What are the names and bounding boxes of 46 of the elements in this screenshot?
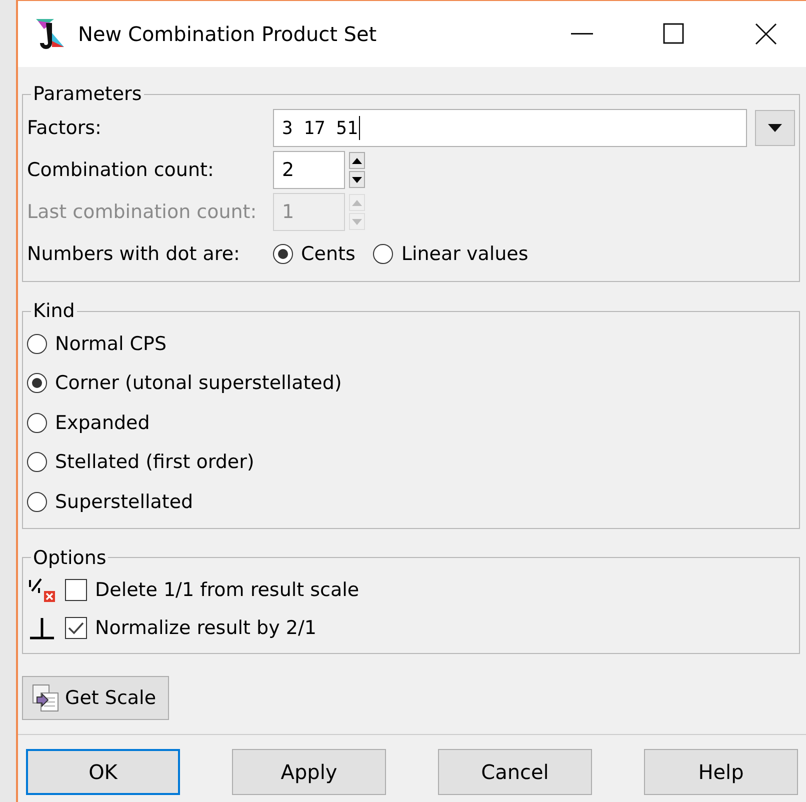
dialog-button[interactable]: OK bbox=[26, 748, 180, 794]
field-label: Last combination count: bbox=[27, 201, 258, 223]
dropdown-button[interactable] bbox=[755, 110, 795, 146]
radio-button[interactable] bbox=[27, 452, 47, 472]
spin-down-button[interactable] bbox=[349, 171, 365, 188]
dialog-button[interactable]: Apply bbox=[232, 748, 386, 794]
down-arrow-icon bbox=[352, 176, 362, 182]
minimize-icon bbox=[571, 33, 593, 35]
get-scale-button[interactable]: Get Scale bbox=[22, 676, 170, 720]
radio-button[interactable] bbox=[373, 244, 394, 264]
maximize-icon bbox=[663, 23, 685, 45]
down-arrow-icon bbox=[352, 218, 362, 224]
caret-icon bbox=[768, 124, 782, 132]
checkbox-label[interactable]: Delete 1/1 from result scale bbox=[95, 578, 360, 600]
radio-button[interactable] bbox=[27, 492, 47, 512]
radio-label[interactable]: Stellated (first order) bbox=[55, 451, 254, 474]
radio-button[interactable] bbox=[27, 373, 47, 394]
checkbox-label[interactable]: Normalize result by 2/1 bbox=[95, 616, 316, 638]
fraction-delete-icon bbox=[27, 576, 57, 602]
number-field[interactable]: 2 bbox=[273, 151, 345, 189]
dialog-button[interactable]: Cancel bbox=[438, 748, 592, 794]
up-arrow-icon bbox=[352, 200, 362, 206]
field-label: Numbers with dot are: bbox=[27, 243, 241, 265]
dialog-button[interactable]: Help bbox=[644, 748, 798, 794]
radio-label[interactable]: Superstellated bbox=[55, 490, 194, 513]
field-label: Factors: bbox=[27, 117, 102, 139]
checkbox[interactable] bbox=[65, 616, 87, 638]
checkbox[interactable] bbox=[65, 578, 87, 600]
group-title: Options bbox=[32, 546, 108, 568]
window-title: New Combination Product Set bbox=[78, 22, 378, 46]
spin-up-button[interactable] bbox=[349, 152, 365, 169]
factors-field[interactable]: 3 17 51 bbox=[273, 109, 747, 147]
up-arrow-icon bbox=[352, 158, 362, 164]
radio-label[interactable]: Corner (utonal superstellated) bbox=[55, 372, 342, 394]
radio-button[interactable] bbox=[27, 412, 47, 433]
radio-button[interactable] bbox=[273, 244, 293, 264]
radio-label[interactable]: Normal CPS bbox=[55, 332, 167, 355]
group-title: Kind bbox=[32, 300, 76, 322]
radio-label[interactable]: Cents bbox=[301, 243, 356, 265]
document-arrow-icon bbox=[31, 682, 61, 712]
radio-button[interactable] bbox=[27, 334, 47, 354]
radio-label[interactable]: Linear values bbox=[401, 243, 528, 265]
group-title: Parameters bbox=[32, 83, 143, 105]
close-icon bbox=[755, 23, 777, 45]
field-label: Combination count: bbox=[27, 159, 215, 181]
radio-label[interactable]: Expanded bbox=[55, 412, 150, 434]
